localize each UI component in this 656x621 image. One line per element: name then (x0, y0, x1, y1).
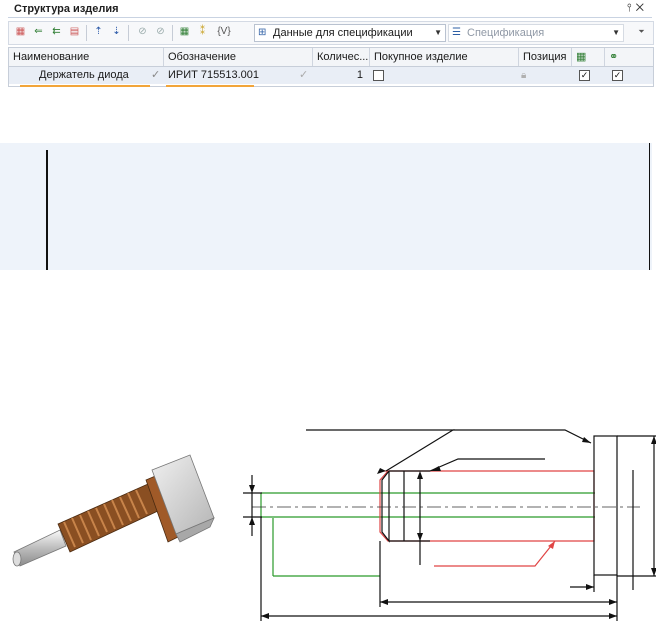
move-down-icon[interactable]: ⇣ (109, 25, 124, 39)
col-purchased-header[interactable]: Покупное изделие (370, 48, 519, 66)
check-icon: ✓ (151, 69, 161, 81)
unlink-icon[interactable]: ⊘ (153, 25, 168, 39)
grid-icon[interactable]: ▦ (177, 25, 192, 39)
empty-panel-area (0, 143, 652, 270)
purchased-checkbox[interactable] (373, 67, 384, 84)
close-icon[interactable]: ✕ (636, 2, 648, 14)
tree-icon: ⊞ (258, 27, 267, 38)
add-object-icon[interactable]: ▦ (13, 25, 28, 39)
designation-highlight-underline (166, 85, 254, 87)
row-designation[interactable]: ИРИТ 715513.001 (168, 67, 308, 84)
panel-toolbar: ▦ ⇐ ⇇ ▤ ⇡ ⇣ ⊘ ⊘ ▦ ⁑ {V} ⊞ Данные для спе… (8, 21, 654, 45)
variables-icon[interactable]: {V} (213, 25, 235, 39)
product-structure-panel: Структура изделия ⫯✕ ▦ ⇐ ⇇ ▤ ⇡ ⇣ ⊘ ⊘ ▦ ⁑… (0, 0, 656, 88)
row-name[interactable]: Держатель диода (39, 67, 157, 84)
insert-row-icon[interactable]: ⇇ (49, 25, 64, 39)
link-icon[interactable]: ⊘ (135, 25, 150, 39)
panel-right-border (649, 143, 650, 270)
name-highlight-underline (20, 85, 150, 87)
chevron-down-icon: ▼ (612, 28, 620, 37)
panel-titlebar: Структура изделия ⫯✕ (8, 2, 652, 18)
col-grid-icon[interactable]: ▦ (572, 48, 605, 66)
pin-icon[interactable]: ⫯ (627, 2, 636, 14)
move-up-icon[interactable]: ⇡ (91, 25, 106, 39)
col-quantity-header[interactable]: Количес... (313, 48, 370, 66)
document-icon: ☰ (452, 27, 461, 38)
col7-checkbox[interactable]: ✓ (612, 67, 623, 84)
technical-drawing (243, 429, 656, 621)
text-cursor-line (46, 150, 48, 270)
table-row[interactable]: Держатель диода ✓ ИРИТ 715513.001 ✓ 1 🔒︎… (9, 67, 653, 84)
lock-icon: 🔒︎ (521, 70, 527, 81)
col6-checkbox[interactable]: ✓ (579, 67, 590, 84)
spec-combo[interactable]: ☰ Спецификация ▼ (448, 24, 624, 42)
col-designation-header[interactable]: Обозначение (164, 48, 313, 66)
spec-data-combo[interactable]: ⊞ Данные для спецификации ▼ (254, 24, 446, 42)
drawing-area (12, 429, 656, 621)
col-link-icon[interactable]: ⚭ (605, 48, 653, 66)
row-quantity[interactable]: 1 (313, 67, 363, 84)
structure-table: Наименование Обозначение Количес... Поку… (8, 47, 654, 87)
table-header: Наименование Обозначение Количес... Поку… (9, 48, 653, 67)
add-section-icon[interactable]: ⇐ (31, 25, 46, 39)
chevron-down-icon: ▼ (434, 28, 442, 37)
diode-holder-3d-model (12, 454, 215, 567)
col-name-header[interactable]: Наименование (9, 48, 164, 66)
sort-icon[interactable]: ⁑ (195, 25, 210, 39)
panel-title: Структура изделия (14, 3, 119, 15)
table-icon[interactable]: ▤ (67, 25, 82, 39)
check-icon: ✓ (299, 69, 309, 81)
col-position-header[interactable]: Позиция (519, 48, 572, 66)
overflow-icon[interactable]: ⏷ (634, 25, 649, 39)
